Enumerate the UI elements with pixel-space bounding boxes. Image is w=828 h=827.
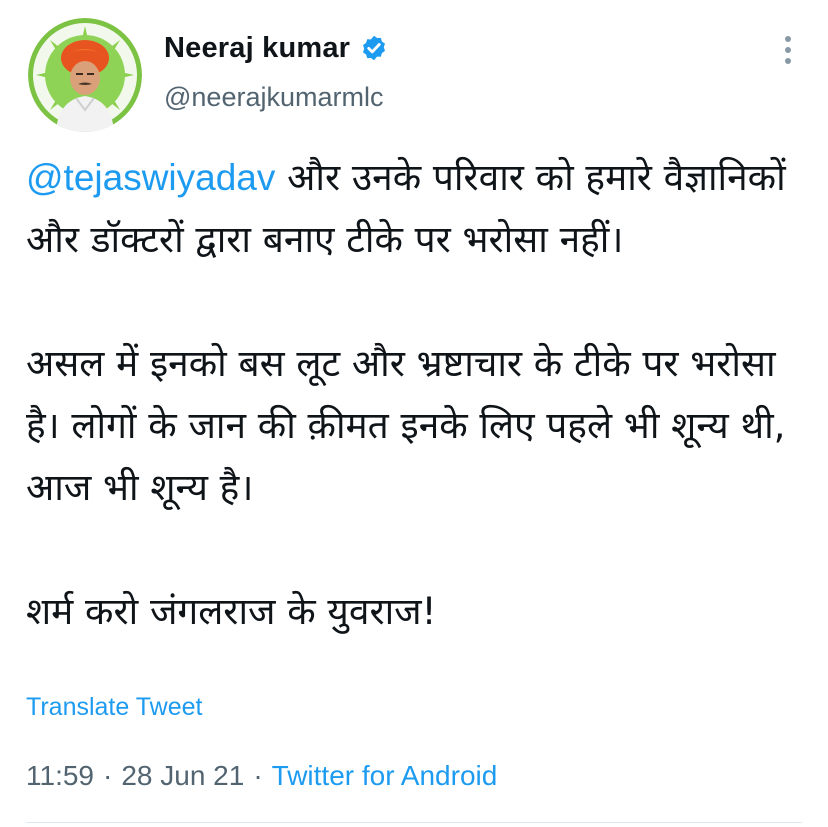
- tweet-paragraph-3: शर्म करो जंगलराज के युवराज!: [26, 590, 437, 633]
- mention-link[interactable]: @tejaswiyadav: [26, 157, 275, 198]
- tweet-card: Neeraj kumar @neerajkumarmlc @tejaswiyad…: [0, 0, 828, 827]
- meta-separator: ·: [103, 760, 113, 791]
- avatar[interactable]: [28, 18, 142, 132]
- display-name[interactable]: Neeraj kumar: [164, 32, 350, 65]
- tweet-paragraph-2: असल में इनको बस लूट और भ्रष्टाचार के टीक…: [26, 342, 786, 509]
- tweet-paragraph-1: @tejaswiyadav और उनके परिवार को हमारे वै…: [26, 147, 816, 271]
- tweet-date[interactable]: 28 Jun 21: [121, 760, 244, 792]
- tweet-time[interactable]: 11:59: [26, 760, 94, 792]
- avatar-image: [28, 18, 142, 132]
- verified-badge-icon: [363, 35, 386, 61]
- more-options-icon[interactable]: [780, 36, 796, 70]
- author-name-row[interactable]: Neeraj kumar: [164, 28, 388, 68]
- meta-separator: ·: [253, 760, 263, 791]
- divider: [26, 822, 802, 823]
- tweet-source-link[interactable]: Twitter for Android: [272, 760, 498, 792]
- translate-tweet-link[interactable]: Translate Tweet: [26, 693, 202, 722]
- tweet-meta: 11:59 · 28 Jun 21 · Twitter for Android: [26, 760, 497, 792]
- tweet-text: @tejaswiyadav और उनके परिवार को हमारे वै…: [26, 147, 816, 643]
- user-handle[interactable]: @neerajkumarmlc: [164, 82, 383, 113]
